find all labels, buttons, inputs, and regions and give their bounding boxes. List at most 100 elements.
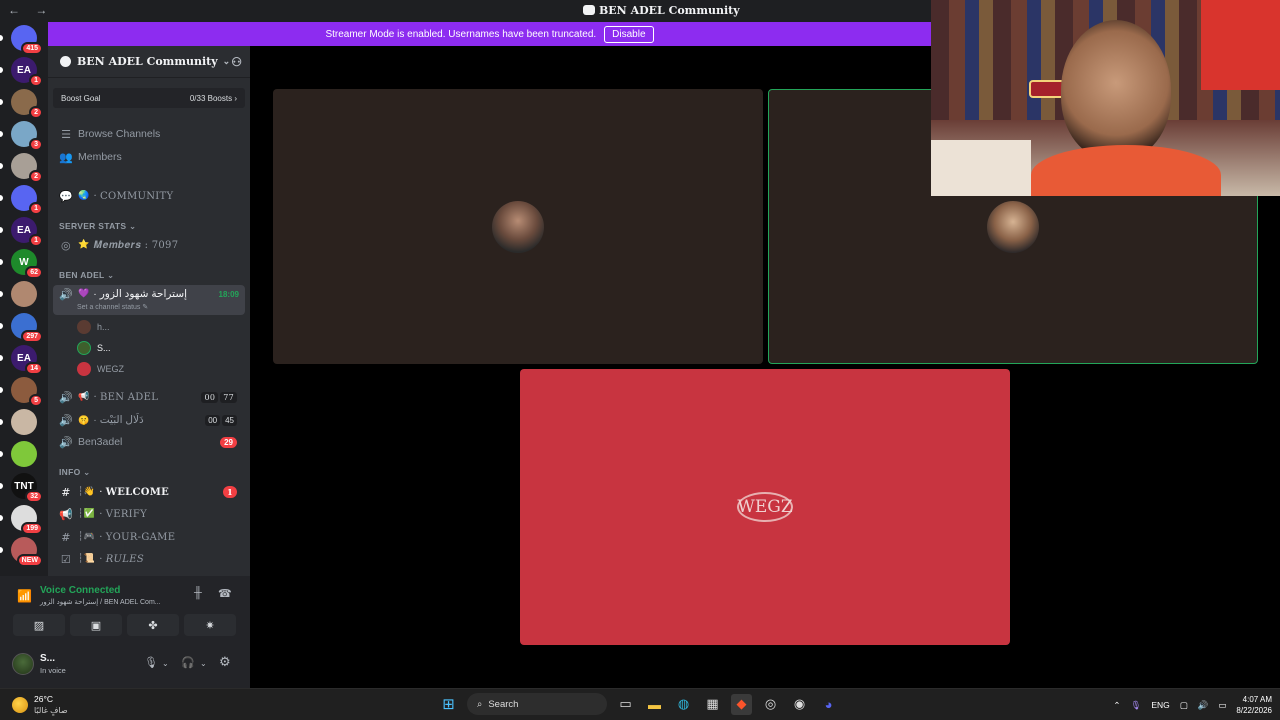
voice-connected-title[interactable]: Voice Connected: [40, 585, 120, 596]
camera-button[interactable]: ▨: [13, 614, 65, 636]
webcam-app-icon[interactable]: ◉: [789, 694, 810, 715]
server-icon[interactable]: [11, 409, 37, 435]
windows-start-icon[interactable]: ⊞: [438, 694, 459, 715]
unread-badge: 1: [29, 234, 43, 247]
weather-widget[interactable]: 26°C صافٍ غالبًا: [12, 694, 68, 716]
unread-pip: [0, 259, 3, 265]
server-header[interactable]: BEN ADEL Community ⌄ ⚇: [48, 46, 250, 78]
volume-icon[interactable]: 🔊: [1198, 700, 1209, 711]
unread-pip: [0, 195, 3, 201]
channel-sidebar: BEN ADEL Community ⌄ ⚇ Boost Goal 0/33 B…: [48, 46, 250, 576]
browse-channels-label: Browse Channels: [78, 128, 161, 140]
server-icon[interactable]: 5: [11, 377, 43, 407]
category-info[interactable]: INFO ⌄: [59, 467, 91, 478]
server-icon[interactable]: EA 1: [11, 57, 43, 87]
members-icon: 👥: [59, 151, 73, 164]
server-icon[interactable]: [11, 281, 37, 307]
server-icon[interactable]: 297: [11, 313, 43, 343]
unread-badge: 1: [29, 202, 43, 215]
check-icon: ┆✅: [78, 509, 96, 519]
server-icon[interactable]: 2: [11, 89, 43, 119]
disconnect-icon[interactable]: ☎: [218, 587, 232, 600]
server-icon[interactable]: 2: [11, 153, 43, 183]
members-link[interactable]: 👥 Members: [53, 146, 245, 168]
avatar[interactable]: [12, 653, 34, 675]
chevron-down-icon[interactable]: ⌄: [200, 659, 207, 668]
user-limit-pill: 00 77: [201, 391, 237, 403]
brave-icon[interactable]: ◆: [731, 693, 752, 715]
server-icon[interactable]: 199: [11, 505, 43, 535]
list-icon: ☰: [61, 128, 71, 141]
channel-members-stat[interactable]: ◎ ⭐ 𝑴𝒆𝒎𝒃𝒆𝒓𝒔 : 7097: [53, 234, 245, 256]
text-channel-welcome[interactable]: # ┆👋 · WELCOME 1: [53, 481, 245, 503]
voice-channel-active[interactable]: 🔊 💜 · إستراحة شهود الزور 18:09 Set a channe…: [53, 285, 245, 315]
store-icon[interactable]: ▦: [702, 694, 723, 715]
server-initials: W: [19, 256, 29, 268]
chevron-up-icon[interactable]: ⌃: [1113, 700, 1120, 711]
megaphone-icon: 📢: [78, 392, 90, 402]
disable-streamer-mode-button[interactable]: Disable: [604, 25, 654, 43]
server-initials: EA: [17, 224, 31, 236]
server-icon[interactable]: [11, 441, 37, 467]
edge-icon[interactable]: ◍: [673, 694, 694, 715]
category-server-stats[interactable]: SERVER STATS ⌄: [59, 221, 136, 232]
voice-user-2[interactable]: S...: [77, 339, 111, 357]
headphones-icon[interactable]: 🎧: [181, 656, 195, 669]
server-icon[interactable]: EA 14: [11, 345, 43, 375]
voice-channel-ben3adel[interactable]: 🔊 Ben3adel 29: [53, 431, 245, 453]
soundboard-button[interactable]: ✷: [184, 614, 236, 636]
voice-user-3[interactable]: WEGZ: [77, 360, 124, 378]
clock[interactable]: 4:07 AM 8/22/2026: [1236, 694, 1272, 716]
voice-user-1[interactable]: h...: [77, 318, 110, 336]
unread-pip: [0, 163, 3, 169]
channel-community[interactable]: 💬 🌏 · COMMUNITY: [53, 185, 245, 207]
unread-pip: [0, 131, 3, 137]
user-name[interactable]: S...: [40, 653, 55, 664]
category-ben-adel[interactable]: BEN ADEL ⌄: [59, 270, 114, 281]
activities-button[interactable]: ✤: [127, 614, 179, 636]
screen-share-button[interactable]: ▣: [70, 614, 122, 636]
add-member-icon[interactable]: ⚇: [231, 55, 242, 69]
participant-tile-1[interactable]: [273, 89, 763, 364]
noise-suppression-icon[interactable]: ╫: [194, 587, 202, 599]
microphone-tray-icon[interactable]: 🎙: [1131, 700, 1142, 711]
activities-icon: ✤: [148, 619, 158, 632]
server-icon[interactable]: NEW: [11, 537, 43, 567]
signal-icon[interactable]: 📶: [17, 589, 32, 603]
text-channel-rules[interactable]: ☑ ┆📜 · RULES: [53, 548, 245, 570]
server-icon[interactable]: TNT 32: [11, 473, 43, 503]
server-icon[interactable]: W 62: [11, 249, 43, 279]
set-channel-status[interactable]: Set a channel status ✎: [77, 303, 148, 311]
language-indicator[interactable]: ENG: [1151, 700, 1169, 710]
nav-arrows[interactable]: ← →: [8, 3, 53, 17]
chevron-down-icon[interactable]: ⌄: [162, 659, 169, 668]
participant-tile-wegz[interactable]: WEGZ: [520, 369, 1010, 645]
search-label: Search: [488, 698, 519, 710]
app-icon[interactable]: ◎: [760, 694, 781, 715]
system-tray: ⌃ 🎙 ENG ▢ 🔊 ▭ 4:07 AM 8/22/2026: [1113, 694, 1272, 716]
emoji-icon: 💜: [78, 288, 90, 298]
text-channel-verify[interactable]: 📢 ┆✅ · VERIFY: [53, 503, 245, 525]
streamer-face: [1061, 20, 1171, 160]
voice-channel-ben-adel[interactable]: 🔊 📢 · BEN ADEL 00 77: [53, 386, 245, 408]
text-channel-your-game[interactable]: # ┆🎮 · YOUR-GAME: [53, 526, 245, 548]
boost-goal-bar[interactable]: Boost Goal 0/33 Boosts ›: [53, 88, 245, 108]
microphone-icon[interactable]: 🎙: [144, 656, 158, 669]
discord-taskbar-icon[interactable]: ◕: [818, 694, 839, 715]
task-view-icon[interactable]: ▭: [615, 694, 636, 715]
search-box[interactable]: ⌕ Search: [467, 693, 607, 715]
voice-channel-path[interactable]: إستراحة شهود الزور / BEN ADEL Com...: [40, 598, 161, 606]
file-explorer-icon[interactable]: ▬: [644, 694, 665, 715]
gear-icon[interactable]: ⚙: [219, 654, 231, 670]
server-icon[interactable]: 3: [11, 121, 43, 151]
browse-channels[interactable]: ☰ Browse Channels: [53, 123, 245, 145]
server-icon[interactable]: 1: [11, 185, 43, 215]
server-icon[interactable]: EA 1: [11, 217, 43, 247]
server-icon[interactable]: 415: [11, 25, 43, 55]
voice-channel-dalal[interactable]: 🔊 🤫 · دَلَال البَيْت 00 45: [53, 409, 245, 431]
hash-icon: #: [61, 485, 71, 499]
network-icon[interactable]: ▢: [1180, 700, 1188, 711]
camera-off-icon: ▨: [33, 619, 45, 632]
hash-icon: #: [61, 530, 71, 544]
battery-icon[interactable]: ▭: [1218, 700, 1226, 711]
